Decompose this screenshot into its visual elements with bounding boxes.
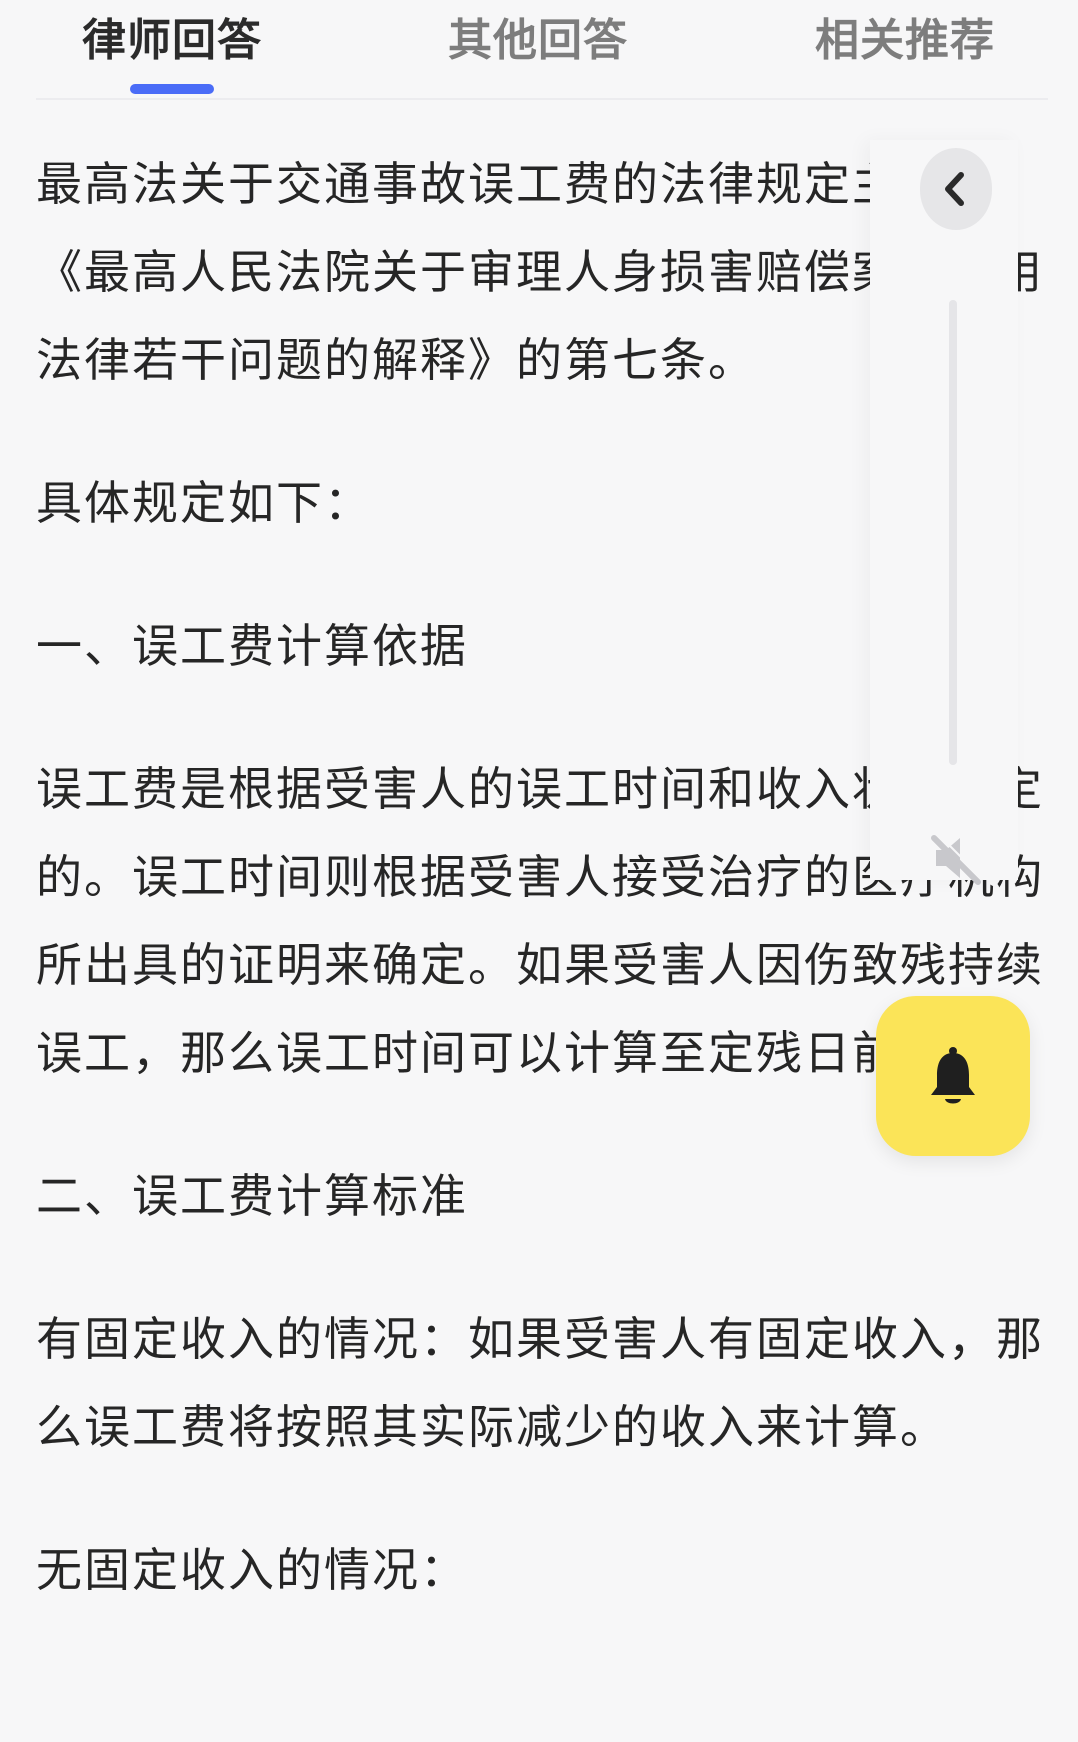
bell-button[interactable] (876, 996, 1030, 1156)
bell-icon (931, 1047, 975, 1104)
chevron-left-icon (945, 172, 964, 206)
tab-bar: 律师回答 其他回答 相关推荐 (0, 0, 1078, 100)
paragraph-no-fixed-income: 无固定收入的情况： (36, 1543, 468, 1597)
side-panel-scrollbar[interactable] (949, 300, 957, 765)
collapse-panel-button[interactable] (920, 148, 992, 230)
active-tab-indicator (130, 84, 214, 94)
tab-related-recommendations[interactable]: 相关推荐 (815, 4, 995, 68)
tab-divider (36, 98, 1048, 100)
heading-standard: 二、误工费计算标准 (36, 1169, 468, 1223)
floating-side-panel (870, 140, 1018, 880)
tab-other-answers[interactable]: 其他回答 (448, 4, 628, 68)
paragraph-fixed-income: 有固定收入的情况：如果受害人有固定收入，那么误工费将按照其实际减少的收入来计算。 (36, 1312, 1044, 1454)
tab-lawyer-answer[interactable]: 律师回答 (82, 4, 262, 68)
speaker-muted-icon[interactable] (926, 828, 986, 888)
